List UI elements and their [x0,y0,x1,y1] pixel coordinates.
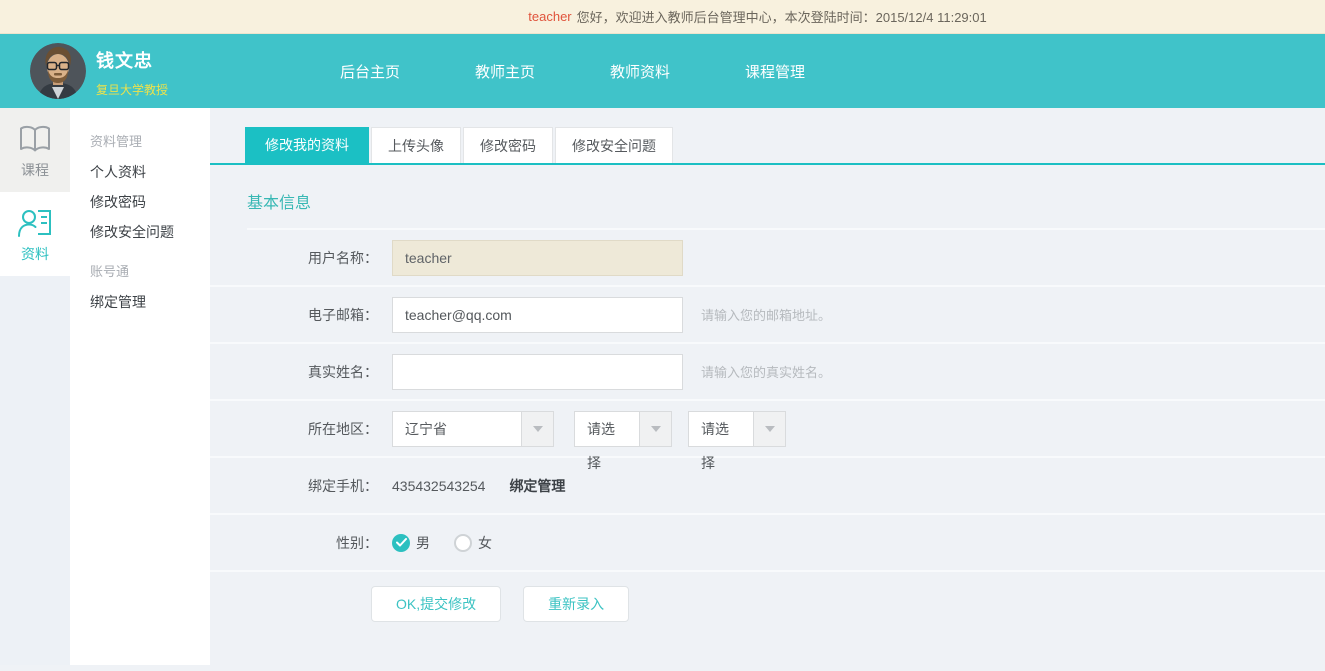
menu-section-header-account: 账号通 [90,262,210,282]
sidebar-item-label: 课程 [21,160,49,180]
form-row-username: 用户名称： [210,230,1325,287]
phone-number-value: 435432543254 [392,478,485,494]
city-select[interactable]: 请选择 [574,411,672,447]
profile-icon [17,207,53,239]
realname-field[interactable] [392,354,683,390]
section-title-basic-info: 基本信息 [247,189,1325,213]
user-name: 钱文忠 [96,47,168,73]
form-row-email: 电子邮箱： 请输入您的邮箱地址。 [210,287,1325,344]
avatar-photo [30,43,86,99]
phone-label: 绑定手机： [210,476,378,496]
icon-sidebar: 课程 资料 [0,108,70,671]
sidebar-item-label: 资料 [21,244,49,264]
chevron-down-icon[interactable] [753,412,785,446]
tab-edit-profile[interactable]: 修改我的资料 [245,127,369,163]
sidebar-item-profile[interactable]: 资料 [0,192,70,276]
app-header: 钱文忠 复旦大学教授 后台主页 教师主页 教师资料 课程管理 [0,34,1325,108]
menu-section-header-profile: 资料管理 [90,132,210,152]
book-icon [17,123,53,155]
bottom-strip [0,665,1325,671]
gender-label: 性别： [210,533,378,553]
nav-item-course-management[interactable]: 课程管理 [745,61,805,82]
menu-item-personal-profile[interactable]: 个人资料 [90,162,210,182]
form-actions: OK,提交修改 重新录入 [210,586,1325,622]
user-identity: 钱文忠 复旦大学教授 [96,47,168,98]
nav-item-teacher-home[interactable]: 教师主页 [475,61,535,82]
gender-female-label: 女 [478,533,492,553]
user-title: 复旦大学教授 [96,81,168,98]
tab-change-security-question[interactable]: 修改安全问题 [555,127,673,163]
main-content: 修改我的资料 上传头像 修改密码 修改安全问题 基本信息 用户名称： 电子邮箱：… [210,108,1325,671]
submit-button[interactable]: OK,提交修改 [371,586,501,622]
chevron-down-icon[interactable] [639,412,671,446]
province-select[interactable]: 辽宁省 [392,411,554,447]
gender-option-male[interactable]: 男 [392,533,430,553]
menu-sidebar: 资料管理 个人资料 修改密码 修改安全问题 账号通 绑定管理 [70,108,210,665]
app-window: teacher 您好，欢迎进入教师后台管理中心，本次登陆时间：2015/12/4… [0,0,1325,671]
email-field[interactable] [392,297,683,333]
realname-label: 真实姓名： [210,362,378,382]
logged-in-username: teacher [528,9,571,24]
menu-item-binding-management[interactable]: 绑定管理 [90,292,210,312]
sidebar-item-courses[interactable]: 课程 [0,108,70,192]
gender-male-label: 男 [416,533,430,553]
nav-item-backend-home[interactable]: 后台主页 [340,61,400,82]
tab-change-password[interactable]: 修改密码 [463,127,553,163]
username-field [392,240,683,276]
binding-management-link[interactable]: 绑定管理 [509,476,565,496]
region-label: 所在地区： [210,419,378,439]
reset-button[interactable]: 重新录入 [523,586,629,622]
district-select[interactable]: 请选择 [688,411,786,447]
chevron-down-icon[interactable] [521,412,553,446]
top-notice-bar: teacher 您好，欢迎进入教师后台管理中心，本次登陆时间：2015/12/4… [0,0,1325,34]
tab-bar: 修改我的资料 上传头像 修改密码 修改安全问题 [210,127,1325,165]
menu-item-change-password[interactable]: 修改密码 [90,192,210,212]
form-row-realname: 真实姓名： 请输入您的真实姓名。 [210,344,1325,401]
unchecked-radio-icon[interactable] [454,534,472,552]
menu-item-change-security-question[interactable]: 修改安全问题 [90,222,210,242]
form-row-gender: 性别： 男 女 [210,515,1325,572]
main-nav: 后台主页 教师主页 教师资料 课程管理 [340,34,805,108]
form-row-region: 所在地区： 辽宁省 请选择 请选择 [210,401,1325,458]
realname-hint: 请输入您的真实姓名。 [701,362,831,381]
nav-item-teacher-profile[interactable]: 教师资料 [610,61,670,82]
avatar[interactable] [30,43,86,99]
form-row-phone: 绑定手机： 435432543254 绑定管理 [210,458,1325,515]
email-hint: 请输入您的邮箱地址。 [701,305,831,324]
checked-radio-icon[interactable] [392,534,410,552]
username-label: 用户名称： [210,248,378,268]
district-placeholder: 请选择 [689,412,753,446]
welcome-message: 您好，欢迎进入教师后台管理中心，本次登陆时间：2015/12/4 11:29:0… [577,7,987,26]
tab-upload-avatar[interactable]: 上传头像 [371,127,461,163]
province-selected-value: 辽宁省 [393,412,521,446]
city-placeholder: 请选择 [575,412,639,446]
gender-option-female[interactable]: 女 [454,533,492,553]
email-label: 电子邮箱： [210,305,378,325]
